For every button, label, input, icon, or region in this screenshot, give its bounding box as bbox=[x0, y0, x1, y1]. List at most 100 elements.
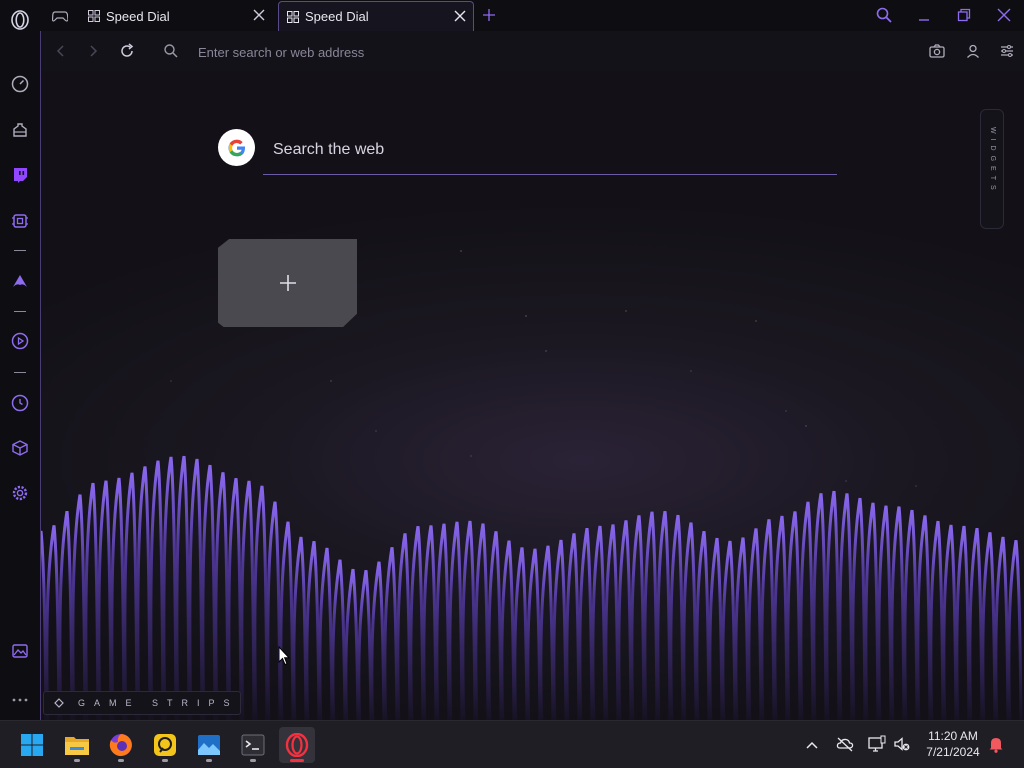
wave-rib bbox=[630, 515, 646, 720]
wave-rib bbox=[864, 502, 880, 720]
onedrive-offline-icon[interactable] bbox=[836, 736, 854, 752]
running-indicator bbox=[162, 759, 168, 762]
show-hidden-icons-icon[interactable] bbox=[805, 738, 819, 750]
wave-rib bbox=[955, 525, 971, 720]
wave-rib bbox=[149, 460, 165, 720]
speed-dial-grid-icon bbox=[287, 10, 299, 23]
restore-icon[interactable] bbox=[956, 7, 972, 23]
forward-icon[interactable] bbox=[85, 43, 101, 59]
close-window-icon[interactable] bbox=[996, 7, 1012, 23]
volume-muted-icon[interactable] bbox=[893, 735, 911, 753]
wave-rib bbox=[188, 458, 204, 720]
wave-rib bbox=[825, 490, 841, 720]
running-indicator bbox=[74, 759, 80, 762]
wave-rib bbox=[383, 547, 399, 720]
wave-rib bbox=[682, 522, 698, 720]
speed-dial-icon[interactable] bbox=[8, 72, 32, 96]
gamepad-icon bbox=[52, 11, 68, 22]
wave-rib bbox=[578, 527, 594, 720]
wave-rib bbox=[747, 528, 763, 720]
widgets-label: WIDGETS bbox=[989, 127, 996, 195]
gx-corner-icon[interactable] bbox=[8, 118, 32, 142]
running-indicator bbox=[206, 759, 212, 762]
snapshot-camera-icon[interactable] bbox=[928, 42, 946, 60]
running-indicator bbox=[250, 759, 256, 762]
back-icon[interactable] bbox=[53, 43, 69, 59]
wave-rib bbox=[279, 521, 295, 720]
settings-icon[interactable] bbox=[8, 481, 32, 505]
gx-control-icon[interactable] bbox=[8, 209, 32, 233]
system-clock[interactable]: 11:20 AM 7/21/2024 bbox=[920, 728, 986, 760]
tab-speed-dial-active[interactable]: Speed Dial bbox=[278, 1, 474, 31]
wave-rib bbox=[721, 540, 737, 720]
wave-rib bbox=[123, 472, 139, 720]
terminal-icon[interactable] bbox=[235, 727, 271, 763]
network-icon[interactable] bbox=[868, 735, 886, 753]
wave-rib bbox=[318, 547, 334, 720]
game-strips-bar[interactable]: GAME STRIPS bbox=[43, 691, 241, 715]
account-icon[interactable] bbox=[964, 42, 982, 60]
wave-rib bbox=[617, 520, 633, 720]
extensions-icon[interactable] bbox=[8, 436, 32, 460]
sidebar-divider bbox=[14, 372, 26, 373]
app-icon[interactable] bbox=[147, 727, 183, 763]
tab-speed-dial[interactable]: Speed Dial bbox=[80, 1, 272, 31]
wave-rib bbox=[344, 568, 360, 720]
wave-rib bbox=[565, 533, 581, 720]
windows-taskbar: 11:20 AM 7/21/2024 bbox=[0, 720, 1024, 768]
search-engine-button[interactable] bbox=[218, 129, 255, 166]
twitch-icon[interactable] bbox=[8, 163, 32, 187]
wave-rib bbox=[786, 511, 802, 720]
wave-rib bbox=[474, 523, 490, 720]
add-speed-dial-button[interactable] bbox=[218, 239, 357, 327]
active-indicator bbox=[290, 759, 304, 762]
wave-ribs bbox=[41, 455, 1023, 720]
plus-icon bbox=[279, 275, 296, 291]
clock-time: 11:20 AM bbox=[928, 729, 978, 743]
game-strips-label: GAME STRIPS bbox=[78, 698, 239, 708]
photos-icon[interactable] bbox=[191, 727, 227, 763]
wave-rib bbox=[851, 497, 867, 720]
notification-bell-icon[interactable] bbox=[988, 735, 1004, 753]
address-input[interactable] bbox=[196, 42, 700, 62]
wave-rib bbox=[929, 520, 945, 720]
close-tab-icon[interactable] bbox=[252, 8, 266, 22]
wave-rib bbox=[409, 526, 425, 720]
wave-rib bbox=[890, 506, 906, 720]
running-indicator bbox=[118, 759, 124, 762]
new-tab-plus-icon[interactable] bbox=[481, 7, 497, 23]
speed-dial-grid-icon bbox=[88, 10, 100, 22]
wallpaper-icon[interactable] bbox=[8, 639, 32, 663]
search-underline bbox=[263, 174, 837, 175]
wave-rib bbox=[227, 478, 243, 720]
web-search-input[interactable] bbox=[271, 135, 815, 165]
wave-rib bbox=[487, 531, 503, 720]
more-icon[interactable] bbox=[8, 688, 32, 712]
firefox-icon[interactable] bbox=[103, 727, 139, 763]
minimize-icon[interactable] bbox=[916, 8, 932, 24]
wave-rib bbox=[396, 533, 412, 720]
wave-rib bbox=[84, 482, 100, 720]
history-icon[interactable] bbox=[8, 391, 32, 415]
file-explorer-icon[interactable] bbox=[59, 727, 95, 763]
opera-gx-icon[interactable] bbox=[279, 727, 315, 763]
player-icon[interactable] bbox=[8, 329, 32, 353]
wave-rib bbox=[604, 524, 620, 720]
reload-icon[interactable] bbox=[118, 42, 136, 60]
wave-rib bbox=[331, 559, 347, 720]
easy-setup-icon[interactable] bbox=[998, 42, 1016, 60]
windows-start-icon[interactable] bbox=[14, 727, 50, 763]
close-tab-icon[interactable] bbox=[453, 9, 467, 23]
wave-rib bbox=[838, 493, 854, 720]
aria-icon[interactable] bbox=[8, 269, 32, 293]
wave-rib bbox=[110, 477, 126, 720]
wave-rib bbox=[240, 480, 256, 720]
wave-rib bbox=[422, 525, 438, 720]
tab-search-icon[interactable] bbox=[875, 6, 893, 24]
tab-gx[interactable] bbox=[48, 1, 78, 31]
wave-rib bbox=[513, 547, 529, 720]
opera-logo-icon[interactable] bbox=[8, 8, 32, 32]
address-search-icon bbox=[163, 43, 179, 59]
sidebar-divider bbox=[14, 311, 26, 312]
wave-rib bbox=[708, 537, 724, 720]
